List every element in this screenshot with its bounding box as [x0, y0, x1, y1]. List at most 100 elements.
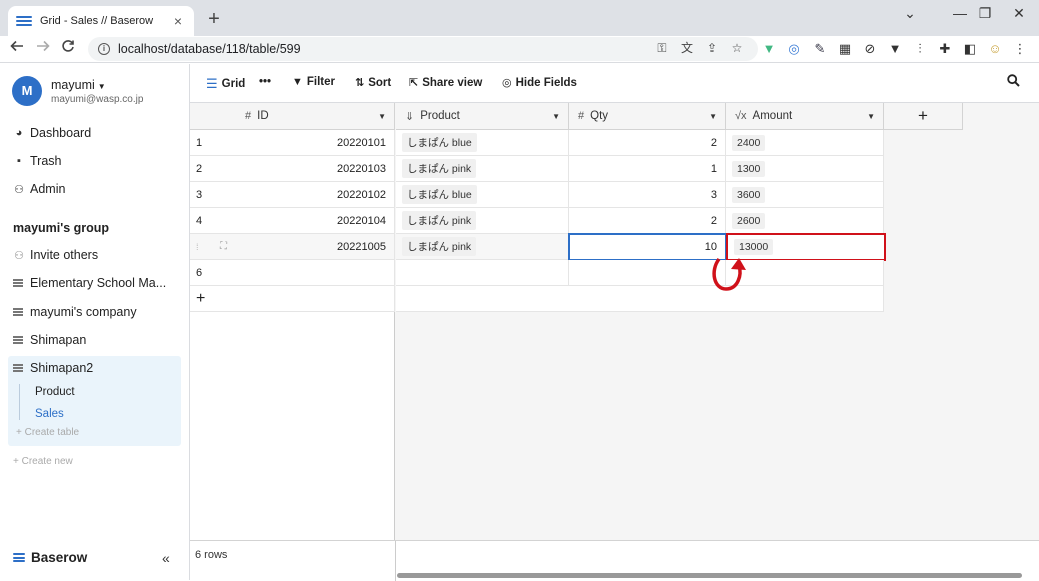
side-panel-icon[interactable]: ◧	[961, 40, 979, 58]
cell-amount[interactable]: 1300	[726, 156, 884, 182]
vue-extension-icon[interactable]: ▼	[760, 40, 778, 58]
cell-id[interactable]: 20220101	[256, 137, 388, 149]
link-chip[interactable]: しまぱん pink	[402, 211, 477, 230]
add-row-button[interactable]: +	[190, 286, 395, 312]
cell-id[interactable]: 20221005	[256, 241, 388, 253]
expand-row-icon[interactable]: ⛶	[220, 241, 256, 252]
back-icon[interactable]	[6, 38, 28, 60]
chevron-down-icon[interactable]: ▼	[378, 112, 386, 121]
browser-tab[interactable]: Grid - Sales // Baserow ×	[8, 6, 194, 36]
table-item-sales[interactable]: Sales	[35, 408, 64, 420]
pen-extension-icon[interactable]: ✎	[811, 40, 829, 58]
column-header-qty[interactable]: # Qty ▼	[569, 103, 726, 130]
create-table-link[interactable]: + Create table	[16, 427, 79, 438]
add-field-button[interactable]: +	[884, 103, 963, 130]
table-row-hovered[interactable]: ⁞ ⛶ 20221005	[190, 234, 395, 260]
create-new-link[interactable]: + Create new	[13, 456, 73, 467]
search-icon[interactable]	[1007, 74, 1020, 90]
sidebar-item-admin[interactable]: ⚇ Admin	[13, 182, 65, 196]
sidebar-item-trash[interactable]: ▪ Trash	[13, 154, 62, 168]
table-row[interactable]: 1 20220101	[190, 130, 395, 156]
database-item[interactable]: Elementary School Ma...	[13, 276, 178, 290]
table-item-product[interactable]: Product	[35, 386, 75, 398]
horizontal-scrollbar[interactable]	[397, 573, 1022, 578]
chevron-down-icon[interactable]: ▼	[709, 112, 717, 121]
cell-id[interactable]: 20220102	[256, 189, 388, 201]
share-icon[interactable]: ⇪	[704, 40, 720, 56]
sidebar-item-dashboard[interactable]: ◕ Dashboard	[13, 126, 91, 140]
database-item-active[interactable]: Shimapan2	[13, 361, 178, 375]
column-header-id[interactable]: # ID ▼	[190, 103, 395, 130]
link-chip[interactable]: しまぱん pink	[402, 159, 477, 178]
extension-circle-icon[interactable]: ◎	[785, 40, 803, 58]
grid-view-button[interactable]: ☰ Grid	[206, 76, 245, 92]
view-more-button[interactable]: •••	[259, 76, 271, 88]
equalizer-extension-icon[interactable]: ⫶	[911, 40, 929, 58]
close-window-button[interactable]: ✕	[996, 0, 1039, 28]
cell-id[interactable]: 20220104	[256, 215, 388, 227]
column-header-amount[interactable]: √x Amount ▼	[726, 103, 884, 130]
cell-qty[interactable]: 1	[569, 156, 726, 182]
key-icon[interactable]: ⚿	[654, 40, 670, 56]
cell-amount[interactable]: 3600	[726, 182, 884, 208]
translate-icon[interactable]: 文	[679, 40, 695, 56]
cell-product[interactable]	[396, 260, 569, 286]
table-row[interactable]: 6	[190, 260, 395, 286]
database-item[interactable]: Shimapan	[13, 333, 178, 347]
user-menu[interactable]: M mayumi ▼ mayumi@wasp.co.jp	[12, 76, 143, 106]
bookmark-star-icon[interactable]: ☆	[729, 40, 745, 56]
cell-qty[interactable]: 2	[569, 208, 726, 234]
qr-extension-icon[interactable]: ▦	[836, 40, 854, 58]
sort-button[interactable]: ⇅ Sort	[355, 76, 391, 90]
link-chip[interactable]: しまぱん pink	[402, 237, 477, 256]
cell-product[interactable]: しまぱん pink	[396, 234, 569, 260]
hide-fields-button[interactable]: ◎ Hide Fields	[502, 76, 577, 90]
cell-qty[interactable]	[569, 260, 726, 286]
cell-qty[interactable]: 3	[569, 182, 726, 208]
link-chip[interactable]: しまぱん blue	[402, 185, 477, 204]
chevron-down-icon[interactable]: ▼	[867, 112, 875, 121]
browser-menu-icon[interactable]: ⋮	[1011, 40, 1029, 58]
reload-icon[interactable]	[57, 38, 79, 60]
tab-search-chevron-icon[interactable]: ⌄	[887, 0, 933, 28]
database-icon	[13, 306, 23, 317]
profile-avatar-icon[interactable]: ☺	[986, 40, 1004, 58]
cell-amount[interactable]: 2400	[726, 130, 884, 156]
grid-view-label: Grid	[221, 78, 246, 90]
database-item[interactable]: mayumi's company	[13, 305, 178, 319]
cell-qty-selected[interactable]: 10	[568, 233, 727, 261]
admin-icon: ⚇	[14, 183, 24, 196]
forward-icon[interactable]	[32, 38, 54, 60]
annotation-arrow-icon	[712, 257, 746, 291]
cell-qty[interactable]: 2	[569, 130, 726, 156]
table-row[interactable]: 4 20220104	[190, 208, 395, 234]
new-tab-button[interactable]: +	[204, 9, 224, 30]
link-chip[interactable]: しまぱん blue	[402, 133, 477, 152]
formula-value: 3600	[732, 186, 766, 203]
table-row[interactable]: 3 20220102	[190, 182, 395, 208]
block-extension-icon[interactable]: ⊘	[861, 40, 879, 58]
tab-close-icon[interactable]: ×	[170, 13, 186, 29]
group-title[interactable]: mayumi's group	[13, 221, 109, 235]
baserow-logo[interactable]: Baserow	[13, 550, 87, 565]
sidebar-item-label: Trash	[30, 154, 62, 168]
filter-extension-icon[interactable]: ▼	[886, 40, 904, 58]
collapse-sidebar-button[interactable]: «	[162, 550, 170, 566]
chevron-down-icon[interactable]: ▼	[552, 112, 560, 121]
table-row[interactable]: 2 20220103	[190, 156, 395, 182]
sidebar-item-invite[interactable]: ⚇ Invite others	[13, 248, 98, 262]
cell-product[interactable]: しまぱん pink	[396, 208, 569, 234]
filter-button[interactable]: ▼ Filter	[292, 76, 335, 88]
cell-product[interactable]: しまぱん blue	[396, 130, 569, 156]
people-icon: ⚇	[14, 249, 24, 262]
cell-amount[interactable]: 2600	[726, 208, 884, 234]
column-header-product[interactable]: ⇓ Product ▼	[396, 103, 569, 130]
extensions-puzzle-icon[interactable]: ✚	[936, 40, 954, 58]
add-row-strip[interactable]	[396, 286, 884, 312]
share-view-button[interactable]: ⇱ Share view	[409, 76, 482, 90]
site-info-icon[interactable]: i	[98, 43, 110, 55]
drag-handle-icon[interactable]: ⁞	[196, 242, 220, 252]
cell-product[interactable]: しまぱん blue	[396, 182, 569, 208]
cell-id[interactable]: 20220103	[256, 163, 388, 175]
cell-product[interactable]: しまぱん pink	[396, 156, 569, 182]
